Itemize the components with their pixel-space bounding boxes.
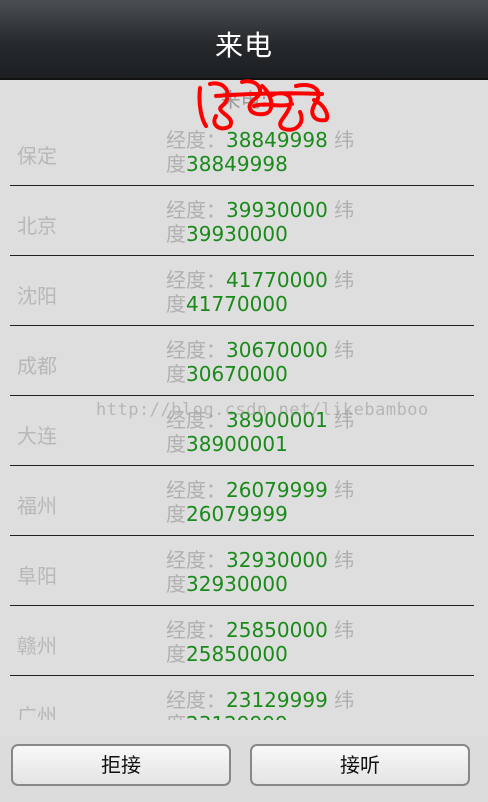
coordinates: 经度：38849998 纬 度38849998 (166, 128, 366, 176)
city-list[interactable]: 保定 经度：38849998 纬 度38849998 北京 经度：3993000… (0, 116, 488, 720)
list-item[interactable]: 保定 经度：38849998 纬 度38849998 (10, 116, 474, 186)
latitude-label-a: 纬 (334, 268, 355, 292)
coordinates: 经度：41770000 纬 度41770000 (166, 268, 366, 316)
longitude-label: 经度： (166, 688, 226, 712)
longitude-value: 26079999 (226, 478, 328, 502)
coordinates: 经度：25850000 纬 度25850000 (166, 618, 366, 666)
page-title: 来电 (214, 29, 273, 62)
longitude-value: 38849998 (226, 128, 328, 152)
longitude-label: 经度： (166, 618, 226, 642)
city-name: 福州 (17, 494, 57, 518)
latitude-value: 23129999 (186, 712, 288, 720)
longitude-value: 25850000 (226, 618, 328, 642)
list-item[interactable]: 北京 经度：39930000 纬 度39930000 (10, 186, 474, 256)
city-name: 保定 (17, 144, 57, 168)
list-item[interactable]: 阜阳 经度：32930000 纬 度32930000 (10, 536, 474, 606)
coordinates: 经度：39930000 纬 度39930000 (166, 198, 366, 246)
longitude-value: 39930000 (226, 198, 328, 222)
latitude-value: 41770000 (186, 292, 288, 316)
latitude-value: 32930000 (186, 572, 288, 596)
list-item[interactable]: 成都 经度：30670000 纬 度30670000 (10, 326, 474, 396)
list-item[interactable]: 福州 经度：26079999 纬 度26079999 (10, 466, 474, 536)
latitude-label-a: 纬 (334, 478, 355, 502)
latitude-value: 39930000 (186, 222, 288, 246)
latitude-label-b: 度 (166, 712, 186, 720)
answer-button[interactable]: 接听 (250, 744, 470, 786)
city-name: 广州 (17, 704, 57, 720)
latitude-label-a: 纬 (334, 198, 355, 222)
latitude-value: 25850000 (186, 642, 288, 666)
list-item[interactable]: 沈阳 经度：41770000 纬 度41770000 (10, 256, 474, 326)
latitude-value: 38900001 (186, 432, 288, 456)
incoming-call-screen: 来电 来电: 保定 经度：38849998 纬 度38849998 北京 经度：… (0, 0, 488, 802)
latitude-value: 38849998 (186, 152, 288, 176)
latitude-label-a: 纬 (334, 408, 355, 432)
longitude-label: 经度： (166, 128, 226, 152)
latitude-label-b: 度 (166, 642, 186, 666)
longitude-label: 经度： (166, 478, 226, 502)
longitude-label: 经度： (166, 198, 226, 222)
latitude-label-a: 纬 (334, 548, 355, 572)
longitude-label: 经度： (166, 548, 226, 572)
latitude-label-b: 度 (166, 432, 186, 456)
latitude-label-b: 度 (166, 572, 186, 596)
coordinates: 经度：26079999 纬 度26079999 (166, 478, 366, 526)
city-name: 沈阳 (17, 284, 57, 308)
list-item[interactable]: 大连 经度：38900001 纬 度38900001 (10, 396, 474, 466)
latitude-label-b: 度 (166, 152, 186, 176)
latitude-label-b: 度 (166, 292, 186, 316)
city-name: 大连 (17, 424, 57, 448)
reject-button[interactable]: 拒接 (11, 744, 231, 786)
city-name: 阜阳 (17, 564, 57, 588)
coordinates: 经度：32930000 纬 度32930000 (166, 548, 366, 596)
list-item[interactable]: 赣州 经度：25850000 纬 度25850000 (10, 606, 474, 676)
latitude-label-b: 度 (166, 362, 186, 386)
longitude-value: 41770000 (226, 268, 328, 292)
city-name: 成都 (17, 354, 57, 378)
city-name: 赣州 (17, 634, 57, 658)
longitude-label: 经度： (166, 338, 226, 362)
longitude-value: 30670000 (226, 338, 328, 362)
latitude-value: 26079999 (186, 502, 288, 526)
longitude-value: 23129999 (226, 688, 328, 712)
title-bar: 来电 (0, 0, 488, 80)
coordinates: 经度：38900001 纬 度38900001 (166, 408, 366, 456)
coordinates: 经度：30670000 纬 度30670000 (166, 338, 366, 386)
coordinates: 经度：23129999 纬 度23129999 (166, 688, 366, 720)
latitude-label-a: 纬 (334, 128, 355, 152)
latitude-label-a: 纬 (334, 618, 355, 642)
latitude-label-b: 度 (166, 502, 186, 526)
longitude-value: 38900001 (226, 408, 328, 432)
longitude-label: 经度： (166, 268, 226, 292)
latitude-label-a: 纬 (334, 688, 355, 712)
latitude-value: 30670000 (186, 362, 288, 386)
city-name: 北京 (17, 214, 57, 238)
longitude-label: 经度： (166, 408, 226, 432)
latitude-label-b: 度 (166, 222, 186, 246)
action-bar: 拒接 接听 (0, 736, 488, 802)
longitude-value: 32930000 (226, 548, 328, 572)
list-item[interactable]: 广州 经度：23129999 纬 度23129999 (10, 676, 474, 720)
latitude-label-a: 纬 (334, 338, 355, 362)
